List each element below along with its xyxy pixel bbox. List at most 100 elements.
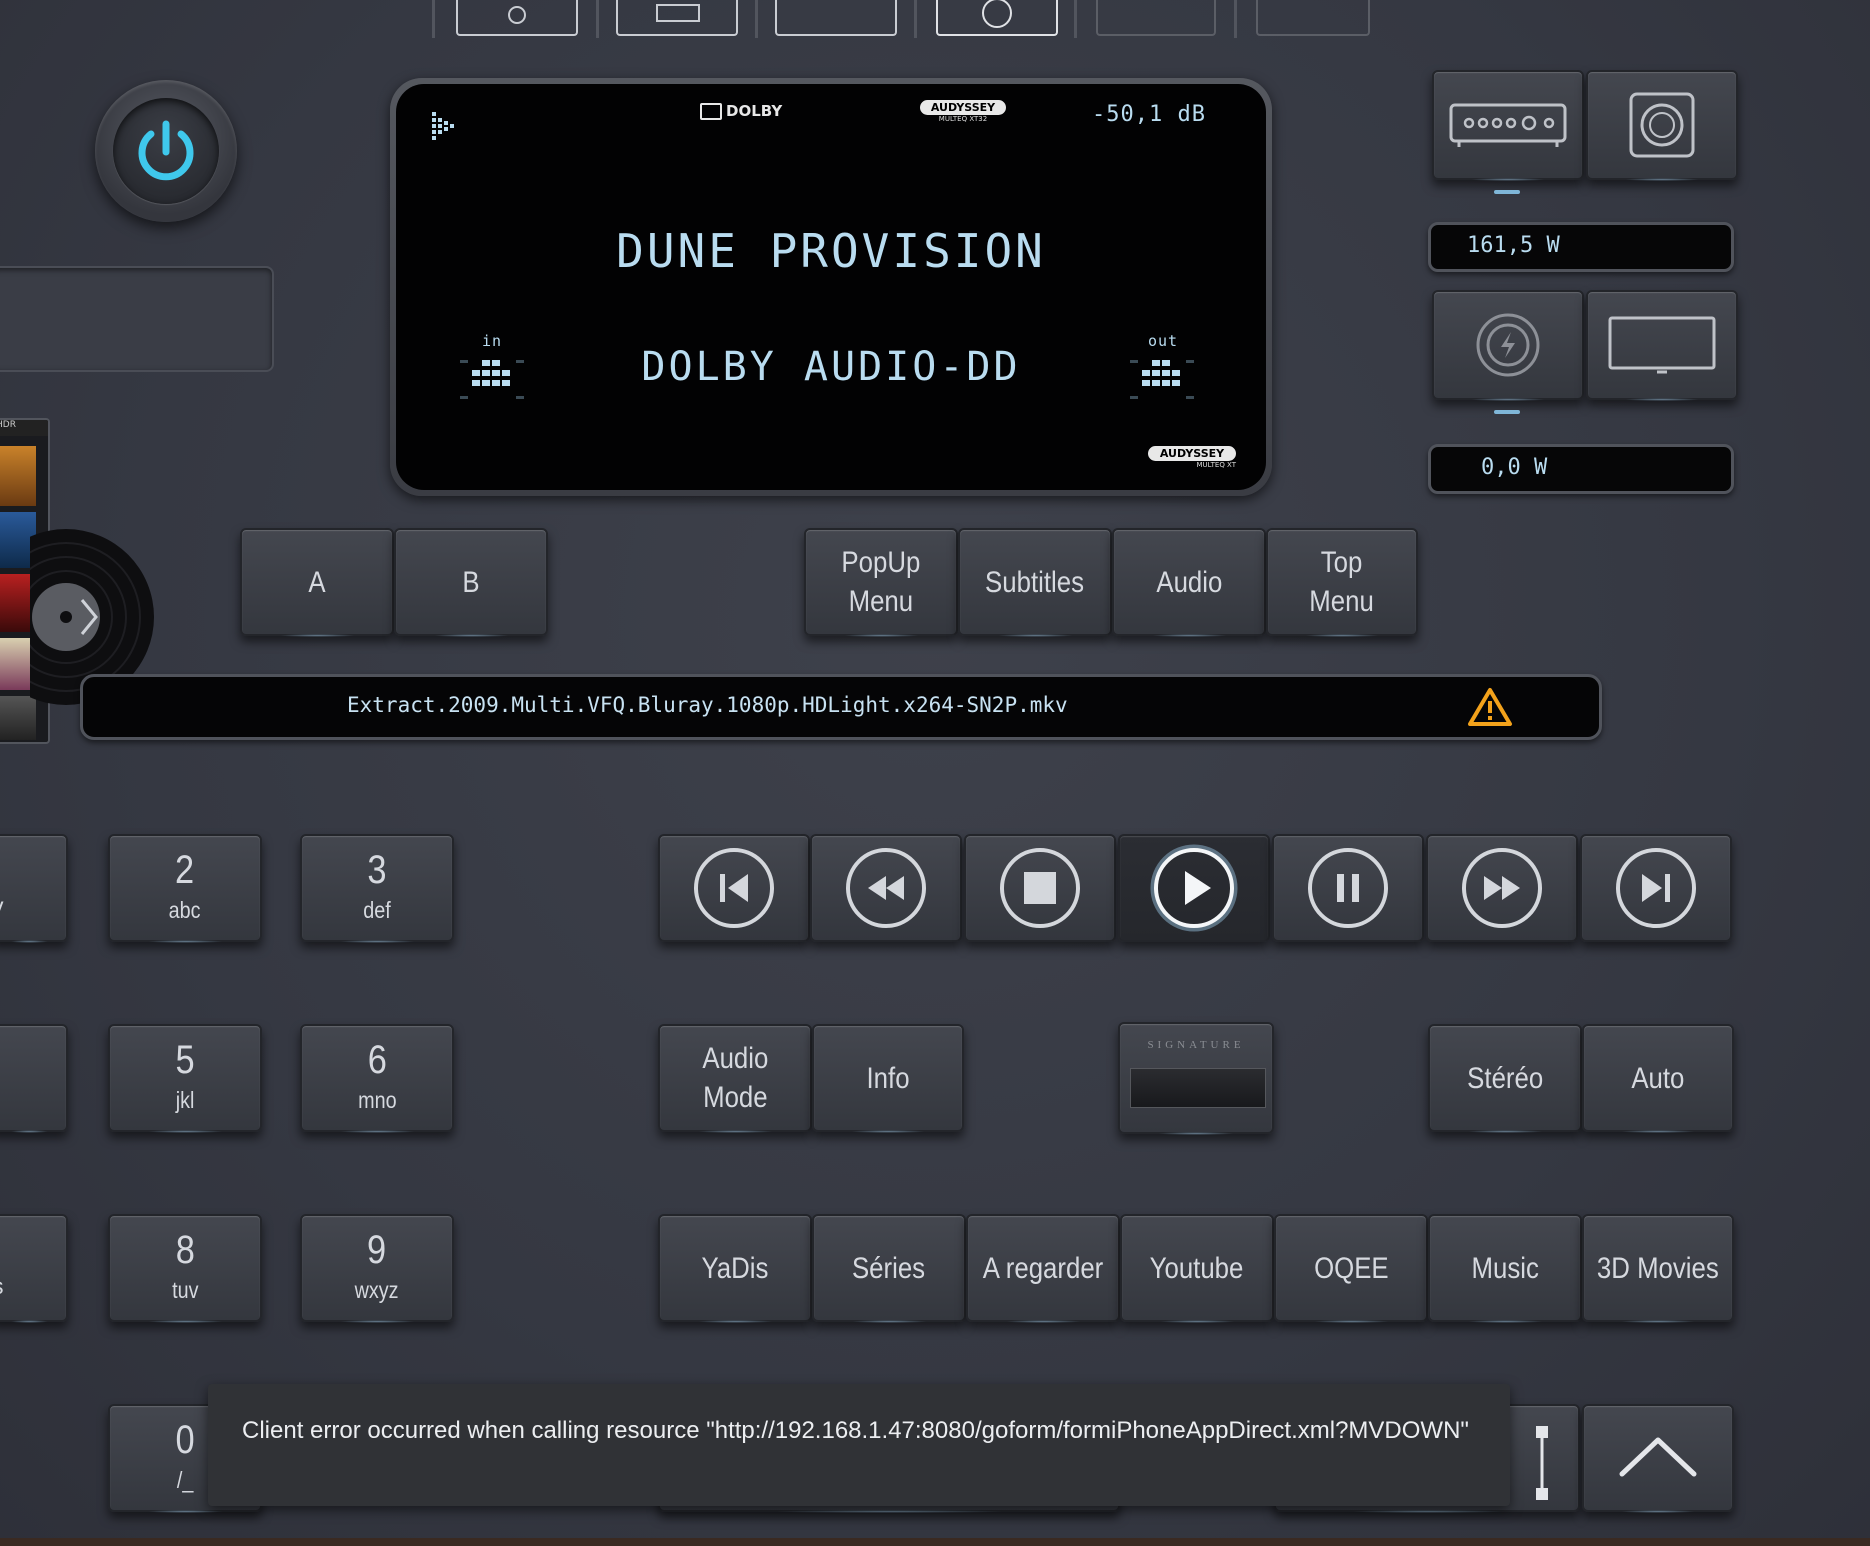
amplifier-brand-button[interactable]: SIGNATURE xyxy=(1118,1022,1274,1135)
audyssey-logo-text: AUDYSSEY xyxy=(920,100,1006,115)
source-device-icon[interactable] xyxy=(1096,0,1216,36)
shortcut-oqee-button[interactable]: OQEE xyxy=(1274,1214,1428,1323)
top-menu-button[interactable]: Top Menu xyxy=(1266,528,1418,637)
volume-up-button[interactable] xyxy=(1582,1404,1734,1513)
keypad-9-letters: wxyz xyxy=(355,1277,399,1304)
selected-indicator xyxy=(1494,410,1520,414)
audio-button[interactable]: Audio xyxy=(1112,528,1266,637)
skip-next-button[interactable] xyxy=(1580,834,1732,942)
subwoofer-icon xyxy=(1629,92,1695,158)
keypad-9-number: 9 xyxy=(367,1228,387,1273)
skip-previous-button[interactable] xyxy=(658,834,810,942)
keypad-4-button[interactable] xyxy=(0,1024,68,1133)
zone-a-button[interactable]: A xyxy=(240,528,394,637)
tv-icon xyxy=(1608,316,1716,374)
power-icon xyxy=(138,120,194,181)
shortcut-3d-movies-button[interactable]: 3D Movies xyxy=(1582,1214,1734,1323)
shortcut-a-regarder-button[interactable]: A regarder xyxy=(966,1214,1120,1323)
hdr-badge: HDR xyxy=(0,420,48,436)
disc-dot-icon xyxy=(508,6,526,24)
source-tv-icon[interactable] xyxy=(775,0,897,36)
keypad-7-button[interactable]: s xyxy=(0,1214,68,1323)
keypad-3-button[interactable]: 3 def xyxy=(300,834,454,943)
empty-panel xyxy=(0,266,274,372)
subtitles-button[interactable]: Subtitles xyxy=(958,528,1112,637)
power-meter-2-value: 0,0 W xyxy=(1481,455,1548,480)
stereo-label: Stéréo xyxy=(1466,1061,1544,1095)
zone-b-label: B xyxy=(462,565,480,599)
keypad-8-number: 8 xyxy=(175,1228,195,1273)
keypad-5-letters: jkl xyxy=(175,1087,195,1114)
keypad-6-letters: mno xyxy=(357,1087,397,1114)
keypad-6-button[interactable]: 6 mno xyxy=(300,1024,454,1133)
keypad-2-number: 2 xyxy=(175,848,195,893)
popup-menu-button[interactable]: PopUp Menu xyxy=(804,528,958,637)
stop-icon xyxy=(1000,848,1080,928)
audio-mode-label: Audio Mode xyxy=(701,1042,768,1114)
popup-menu-label: PopUp Menu xyxy=(841,546,921,618)
lens-icon xyxy=(982,0,1012,28)
auto-button[interactable]: Auto xyxy=(1582,1024,1734,1133)
shortcut-yadis-button[interactable]: YaDis xyxy=(658,1214,812,1323)
keypad-7-letters: s xyxy=(0,1272,4,1302)
source-divider xyxy=(596,0,599,38)
audio-mode-button[interactable]: Audio Mode xyxy=(658,1024,812,1133)
warning-icon xyxy=(1468,688,1512,726)
shortcut-yadis-label: YaDis xyxy=(701,1251,769,1285)
zone-a-label: A xyxy=(308,565,326,599)
shortcut-series-label: Séries xyxy=(852,1251,926,1285)
keypad-0-letters: /_ xyxy=(176,1467,194,1494)
signal-indicator-icon xyxy=(432,112,454,140)
error-toast[interactable]: Client error occurred when calling resou… xyxy=(208,1384,1510,1506)
source-receiver-icon[interactable] xyxy=(616,0,738,36)
shortcut-youtube-button[interactable]: Youtube xyxy=(1120,1214,1274,1323)
keypad-6-number: 6 xyxy=(367,1038,387,1083)
keypad-9-button[interactable]: 9 wxyz xyxy=(300,1214,454,1323)
audyssey-logo-bottom-sub: MULTEQ XT xyxy=(1196,461,1236,469)
source-device-icon[interactable] xyxy=(1256,0,1370,36)
top-menu-label: Top Menu xyxy=(1309,546,1375,618)
shortcut-series-button[interactable]: Séries xyxy=(812,1214,966,1323)
fast-forward-icon xyxy=(1462,848,1542,928)
play-icon xyxy=(1150,844,1238,932)
zone-b-button[interactable]: B xyxy=(394,528,548,637)
source-projector-icon[interactable] xyxy=(936,0,1058,36)
stop-button[interactable] xyxy=(964,834,1116,942)
eco-button[interactable] xyxy=(1432,290,1584,401)
skip-previous-icon xyxy=(694,848,774,928)
rewind-icon xyxy=(846,848,926,928)
now-playing-filename: Extract.2009.Multi.VFQ.Bluray.1080p.HDLi… xyxy=(347,693,1068,717)
power-meter-1: 161,5 W xyxy=(1428,222,1734,272)
auto-label: Auto xyxy=(1631,1061,1685,1095)
tray-icon xyxy=(656,4,700,22)
album-cover xyxy=(0,446,36,506)
keypad-0-number: 0 xyxy=(175,1418,195,1463)
play-button[interactable] xyxy=(1118,834,1270,942)
keypad-5-button[interactable]: 5 jkl xyxy=(108,1024,262,1133)
info-button[interactable]: Info xyxy=(812,1024,964,1133)
shortcut-3d-movies-label: 3D Movies xyxy=(1597,1251,1719,1285)
rewind-button[interactable] xyxy=(810,834,962,942)
subwoofer-button[interactable] xyxy=(1586,70,1738,181)
amplifier-icon xyxy=(1449,103,1567,147)
stereo-button[interactable]: Stéréo xyxy=(1428,1024,1582,1133)
resize-handle-icon xyxy=(1536,1426,1548,1500)
keypad-8-button[interactable]: 8 tuv xyxy=(108,1214,262,1323)
power-meter-2: 0,0 W xyxy=(1428,444,1734,494)
shortcut-music-button[interactable]: Music xyxy=(1428,1214,1582,1323)
receiver-display: DOLBY AUDYSSEY MULTEQ XT32 -50,1 dB DUNE… xyxy=(390,78,1272,496)
source-name: DUNE PROVISION xyxy=(616,224,1046,278)
tv-button[interactable] xyxy=(1586,290,1738,401)
chevron-up-icon xyxy=(1619,1437,1697,1477)
keypad-5-number: 5 xyxy=(175,1038,195,1083)
audio-label: Audio xyxy=(1155,565,1222,599)
keypad-1-button[interactable]: y xyxy=(0,834,68,943)
amplifier-button[interactable] xyxy=(1432,70,1584,181)
pause-button[interactable] xyxy=(1272,834,1424,942)
power-button[interactable] xyxy=(95,80,237,222)
fast-forward-button[interactable] xyxy=(1426,834,1578,942)
power-meter-1-value: 161,5 W xyxy=(1467,233,1560,258)
source-bluray-icon[interactable] xyxy=(456,0,578,36)
shortcut-youtube-label: Youtube xyxy=(1150,1251,1244,1285)
keypad-2-button[interactable]: 2 abc xyxy=(108,834,262,943)
